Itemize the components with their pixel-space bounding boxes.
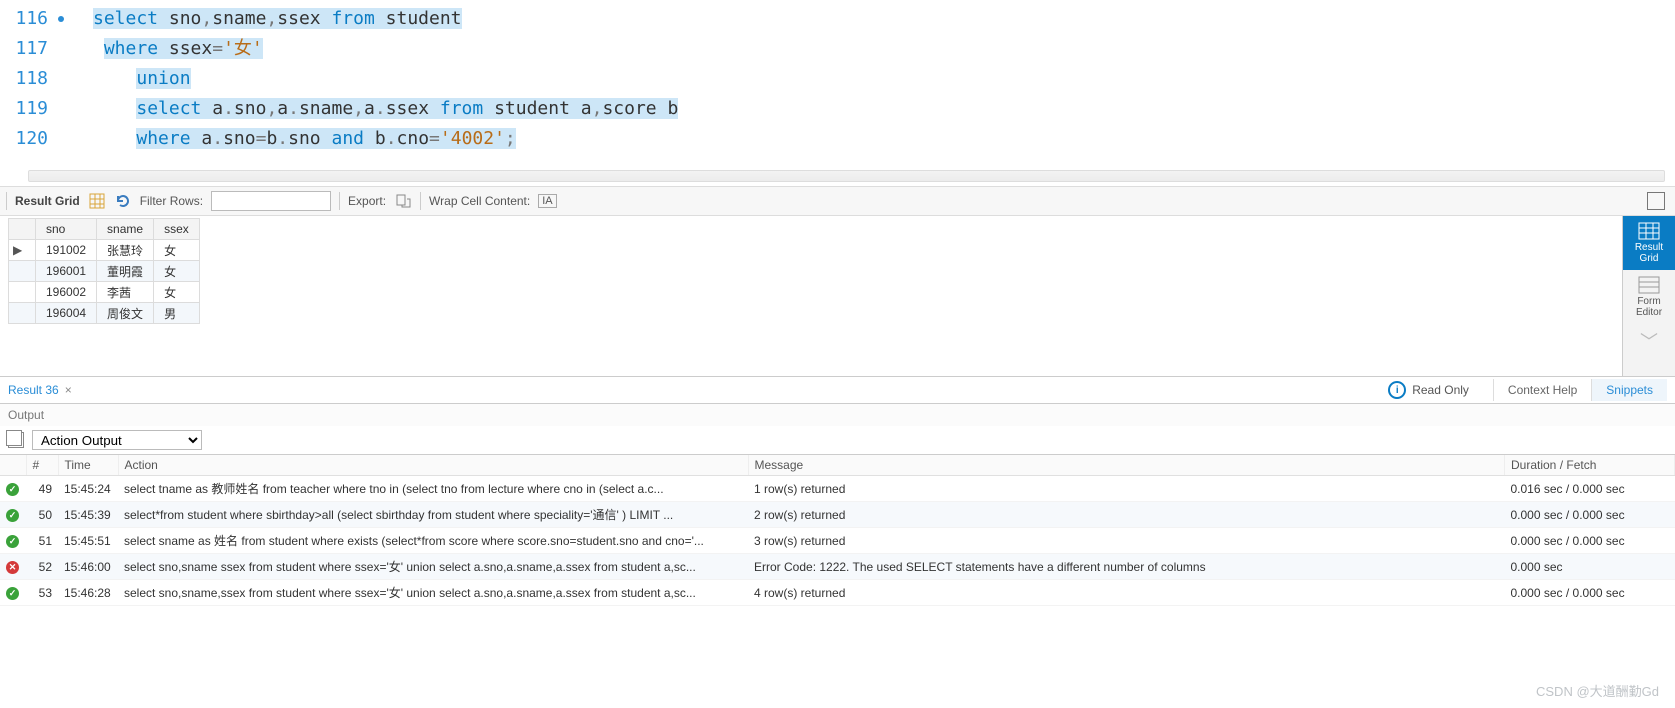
result-toolbar: Result Grid Filter Rows: Export: Wrap Ce… — [0, 186, 1675, 216]
result-side-panel: Result Grid Form Editor ﹀ — [1622, 216, 1675, 376]
output-row[interactable]: ✓4915:45:24select tname as 教师姓名 from tea… — [0, 476, 1675, 502]
grid-header[interactable]: sno — [36, 219, 97, 240]
result-area: snosnamessex▶191002张慧玲女196001董明霞女196002李… — [0, 216, 1675, 377]
output-row[interactable]: ✓5115:45:51select sname as 姓名 from stude… — [0, 528, 1675, 554]
result-tab[interactable]: Result 36 × — [8, 383, 72, 397]
grid-header[interactable]: ssex — [154, 219, 200, 240]
close-icon[interactable]: × — [65, 383, 72, 397]
sql-editor[interactable]: 116select sno,sname,ssex from student117… — [0, 0, 1675, 162]
side-result-grid-button[interactable]: Result Grid — [1623, 216, 1675, 270]
side-result-grid-label: Result Grid — [1635, 242, 1663, 264]
output-type-select[interactable]: Action Output — [32, 430, 202, 450]
editor-horizontal-scrollbar[interactable] — [28, 170, 1665, 182]
side-form-editor-label: Form Editor — [1636, 296, 1662, 318]
readonly-label: Read Only — [1412, 383, 1469, 397]
wrap-cell-icon[interactable]: IA — [538, 194, 556, 208]
output-row[interactable]: ✓5315:46:28select sno,sname,ssex from st… — [0, 580, 1675, 606]
tab-context-help[interactable]: Context Help — [1493, 379, 1591, 401]
table-row[interactable]: 196001董明霞女 — [9, 261, 200, 282]
readonly-indicator: i Read Only — [1388, 381, 1469, 399]
success-icon: ✓ — [6, 535, 19, 548]
result-grid[interactable]: snosnamessex▶191002张慧玲女196001董明霞女196002李… — [8, 218, 200, 324]
filter-rows-input[interactable] — [211, 191, 331, 211]
side-panel-chevron-down-icon[interactable]: ﹀ — [1640, 324, 1658, 354]
panel-toggle-icon[interactable] — [1647, 192, 1665, 210]
help-tabs: Context Help Snippets — [1493, 379, 1667, 401]
export-label: Export: — [348, 194, 386, 208]
grid-header[interactable]: sname — [97, 219, 154, 240]
export-icon[interactable] — [394, 192, 412, 210]
output-row[interactable]: ✓5015:45:39select*from student where sbi… — [0, 502, 1675, 528]
output-title: Output — [0, 404, 1675, 426]
copy-icon[interactable] — [8, 432, 24, 448]
success-icon: ✓ — [6, 509, 19, 522]
output-controls: Action Output — [0, 426, 1675, 455]
table-row[interactable]: 196002李茜女 — [9, 282, 200, 303]
side-form-editor-button[interactable]: Form Editor — [1623, 270, 1675, 324]
success-icon: ✓ — [6, 587, 19, 600]
grid-icon[interactable] — [88, 192, 106, 210]
result-grid-label: Result Grid — [15, 194, 80, 208]
result-tab-label: Result 36 — [8, 383, 59, 397]
filter-rows-label: Filter Rows: — [140, 194, 203, 208]
refresh-icon[interactable] — [114, 192, 132, 210]
success-icon: ✓ — [6, 483, 19, 496]
output-table[interactable]: #TimeActionMessageDuration / Fetch✓4915:… — [0, 455, 1675, 606]
wrap-label: Wrap Cell Content: — [429, 194, 530, 208]
output-row[interactable]: ✕5215:46:00select sno,sname ssex from st… — [0, 554, 1675, 580]
table-row[interactable]: 196004周俊文男 — [9, 303, 200, 324]
result-grid-wrap: snosnamessex▶191002张慧玲女196001董明霞女196002李… — [0, 216, 1622, 376]
info-icon: i — [1388, 381, 1406, 399]
table-row[interactable]: ▶191002张慧玲女 — [9, 240, 200, 261]
error-icon: ✕ — [6, 561, 19, 574]
watermark: CSDN @大道酬勤Gd — [1536, 681, 1659, 700]
tab-snippets[interactable]: Snippets — [1591, 379, 1667, 401]
result-tab-bar: Result 36 × i Read Only Context Help Sni… — [0, 377, 1675, 404]
